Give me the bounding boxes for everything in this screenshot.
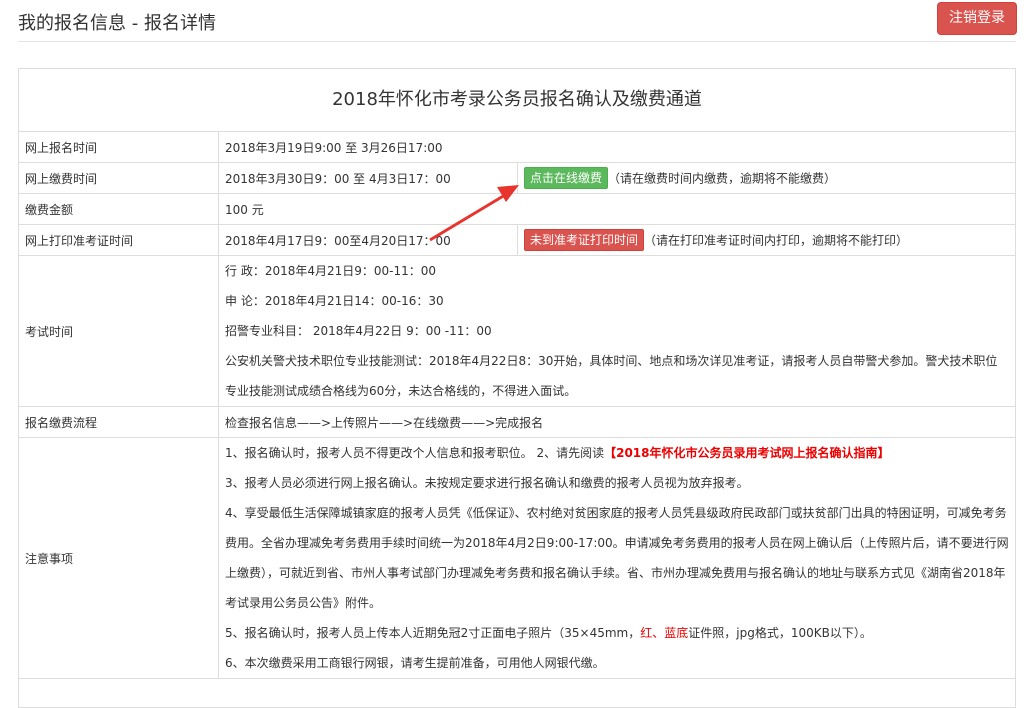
header-divider [18,41,1016,42]
exam-line-4: 公安机关警犬技术职位专业技能测试：2018年4月22日8：30开始，具体时间、地… [225,354,998,398]
pay-time-label: 网上缴费时间 [19,162,219,194]
online-pay-button[interactable]: 点击在线缴费 [524,167,609,189]
note-5: 5、报名确认时，报考人员上传本人近期免冠2寸正面电子照片（35×45mm，红、蓝… [225,618,1009,648]
print-note: （请在打印准考证时间内打印，逾期将不能打印） [644,233,909,248]
row-fee: 缴费金额 100 元 [19,193,1015,225]
register-time-label: 网上报名时间 [19,131,219,163]
guide-link[interactable]: 【2018年怀化市公务员录用考试网上报名确认指南】 [604,446,889,460]
process-label: 报名缴费流程 [19,406,219,438]
register-time-value: 2018年3月19日9:00 至 3月26日17:00 [218,131,1015,163]
process-value: 检查报名信息——>上传照片——>在线缴费——>完成报名 [218,406,1015,438]
print-ticket-button[interactable]: 未到准考证打印时间 [524,229,645,251]
note-1: 1、报名确认时，报考人员不得更改个人信息和报考职位。 2、请先阅读【2018年怀… [225,438,1009,468]
print-time-label: 网上打印准考证时间 [19,224,219,256]
exam-line-2: 申 论：2018年4月21日14：00-16：30 [225,294,444,308]
registration-info-table: 网上报名时间 2018年3月19日9:00 至 3月26日17:00 网上缴费时… [19,131,1015,679]
fee-label: 缴费金额 [19,193,219,225]
logout-button[interactable]: 注销登录 [937,2,1017,35]
registration-panel: 2018年怀化市考录公务员报名确认及缴费通道 网上报名时间 2018年3月19日… [18,68,1016,708]
panel-title: 2018年怀化市考录公务员报名确认及缴费通道 [19,69,1015,132]
note-5-red: 红、蓝底 [640,626,689,640]
notes-value: 1、报名确认时，报考人员不得更改个人信息和报考职位。 2、请先阅读【2018年怀… [218,437,1015,679]
exam-time-label: 考试时间 [19,255,219,407]
note-3: 3、报考人员必须进行网上报名确认。未按规定要求进行报名确认和缴费的报考人员视为放… [225,476,749,490]
row-register-time: 网上报名时间 2018年3月19日9:00 至 3月26日17:00 [19,131,1015,163]
row-pay-time: 网上缴费时间 2018年3月30日9：00 至 4月3日17：00 点击在线缴费… [19,162,1015,194]
row-notes: 注意事项 1、报名确认时，报考人员不得更改个人信息和报考职位。 2、请先阅读【2… [19,437,1015,679]
page-title: 我的报名信息 - 报名详情 [18,13,216,34]
print-action-cell: 未到准考证打印时间 （请在打印准考证时间内打印，逾期将不能打印） [517,224,1015,256]
notes-label: 注意事项 [19,437,219,679]
print-time-value: 2018年4月17日9：00至4月20日17：00 [218,224,518,256]
note-5-text-a: 5、报名确认时，报考人员上传本人近期免冠2寸正面电子照片（35×45mm， [225,626,641,640]
note-6: 6、本次缴费采用工商银行网银，请考生提前准备，可用他人网银代缴。 [225,656,605,670]
pay-action-cell: 点击在线缴费 （请在缴费时间内缴费，逾期将不能缴费） [517,162,1015,194]
page-header: 我的报名信息 - 报名详情 注销登录 [0,0,1030,42]
row-process: 报名缴费流程 检查报名信息——>上传照片——>在线缴费——>完成报名 [19,406,1015,438]
note-1-text: 1、报名确认时，报考人员不得更改个人信息和报考职位。 2、请先阅读 [225,446,605,460]
row-print-time: 网上打印准考证时间 2018年4月17日9：00至4月20日17：00 未到准考… [19,224,1015,256]
pay-note: （请在缴费时间内缴费，逾期将不能缴费） [608,171,837,186]
note-4: 4、享受最低生活保障城镇家庭的报考人员凭《低保证》、农村绝对贫困家庭的报考人员凭… [225,506,1009,610]
exam-time-value: 行 政：2018年4月21日9：00-11：00 申 论：2018年4月21日1… [218,255,1015,407]
exam-line-1: 行 政：2018年4月21日9：00-11：00 [225,264,437,278]
pay-time-value: 2018年3月30日9：00 至 4月3日17：00 [218,162,518,194]
row-exam-time: 考试时间 行 政：2018年4月21日9：00-11：00 申 论：2018年4… [19,255,1015,407]
exam-line-3: 招警专业科目： 2018年4月22日 9：00 -11：00 [225,324,492,338]
note-5-text-b: 证件照，jpg格式，100KB以下）。 [688,626,872,640]
fee-value: 100 元 [218,193,1015,225]
